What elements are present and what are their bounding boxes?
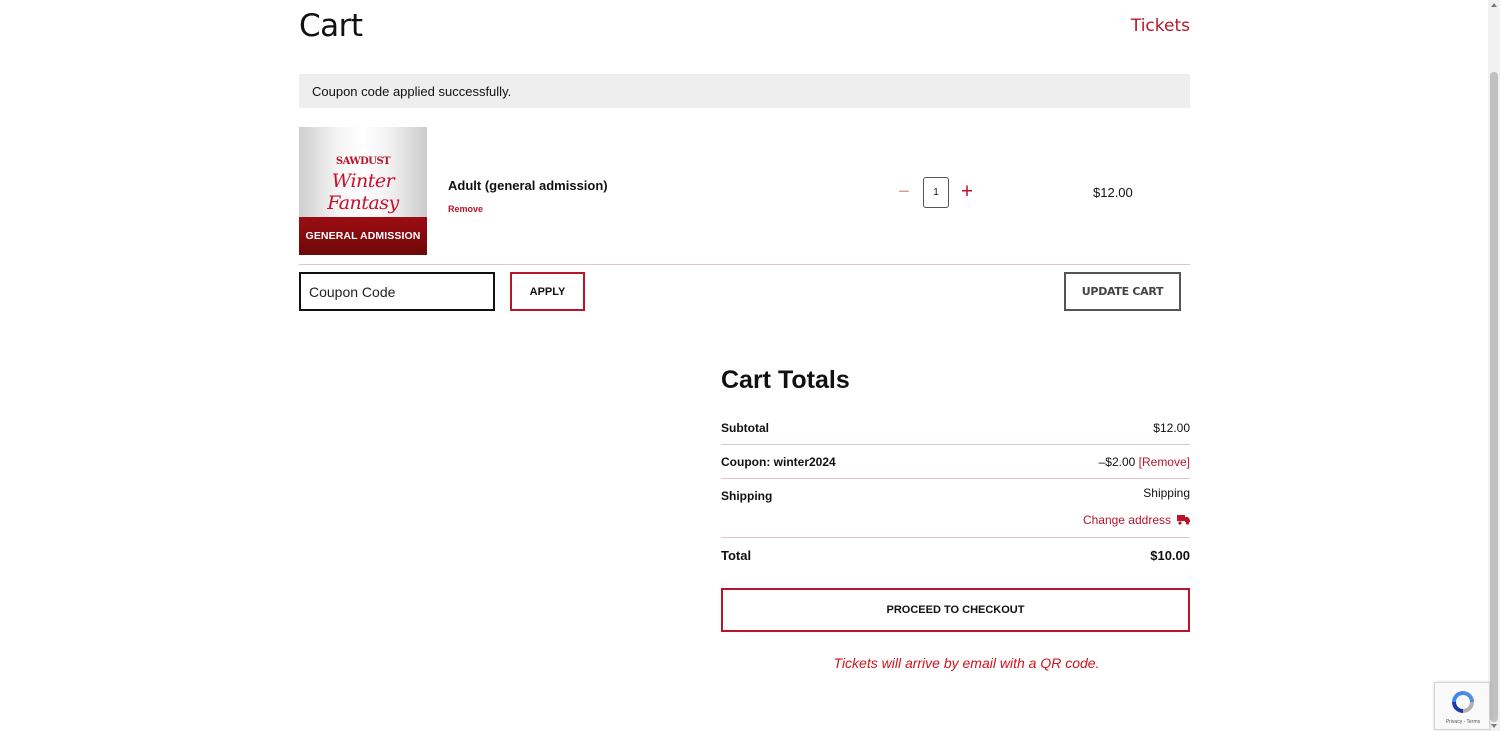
coupon-success-notice: Coupon code applied successfully. xyxy=(299,74,1190,108)
remove-item-link[interactable]: Remove xyxy=(448,204,483,214)
subtotal-label: Subtotal xyxy=(721,421,769,435)
coupon-discount-value: –$2.00 xyxy=(1098,455,1136,469)
coupon-label: Coupon: winter2024 xyxy=(721,455,836,469)
total-row: Total $10.00 xyxy=(721,538,1190,572)
cart-item-row: SAWDUST Winter Fantasy GENERAL ADMISSION… xyxy=(299,127,1190,265)
ticket-delivery-note: Tickets will arrive by email with a QR c… xyxy=(833,655,1100,671)
product-thumbnail[interactable]: SAWDUST Winter Fantasy GENERAL ADMISSION xyxy=(299,127,427,255)
scroll-down-icon[interactable] xyxy=(1491,724,1497,728)
subtotal-value: $12.00 xyxy=(1153,421,1190,435)
shipping-value: Shipping xyxy=(1143,486,1190,500)
change-address-label: Change address xyxy=(1082,513,1171,527)
recaptcha-badge[interactable]: Privacy - Terms xyxy=(1434,682,1490,730)
page-scrollbar[interactable] xyxy=(1488,0,1500,731)
shipping-label: Shipping xyxy=(721,489,773,503)
coupon-code-input[interactable] xyxy=(299,272,495,311)
product-name[interactable]: Adult (general admission) xyxy=(448,178,608,193)
total-value: $10.00 xyxy=(1150,548,1190,563)
quantity-stepper: − + xyxy=(893,177,973,208)
truck-icon xyxy=(1177,515,1190,525)
thumbnail-banner: GENERAL ADMISSION xyxy=(299,217,427,255)
change-address-link[interactable]: Change address xyxy=(1083,513,1190,527)
minus-icon[interactable]: − xyxy=(893,179,915,205)
scrollbar-thumb[interactable] xyxy=(1490,72,1498,722)
proceed-to-checkout-button[interactable]: PROCEED TO CHECKOUT xyxy=(721,588,1190,632)
recaptcha-footer: Privacy - Terms xyxy=(1445,719,1481,725)
subtotal-row: Subtotal $12.00 xyxy=(721,411,1190,445)
cart-totals-title: Cart Totals xyxy=(721,366,850,394)
item-price: $12.00 xyxy=(1093,185,1133,200)
thumbnail-script-title: Winter Fantasy xyxy=(327,170,399,214)
tickets-link[interactable]: Tickets xyxy=(1131,16,1190,36)
total-label: Total xyxy=(721,548,752,563)
shipping-row: Shipping Shipping Change address xyxy=(721,479,1190,538)
update-cart-button[interactable]: UPDATE CART xyxy=(1064,272,1181,311)
page-header: Cart Tickets xyxy=(299,8,1190,48)
coupon-row: Coupon: winter2024 –$2.00 [Remove] xyxy=(721,445,1190,479)
thumbnail-brand: SAWDUST xyxy=(335,156,391,167)
recaptcha-icon xyxy=(1452,691,1474,713)
scroll-up-icon[interactable] xyxy=(1491,3,1497,7)
coupon-discount: –$2.00 [Remove] xyxy=(1099,455,1190,469)
quantity-input[interactable] xyxy=(923,177,949,208)
apply-coupon-button[interactable]: APPLY xyxy=(510,272,585,311)
remove-coupon-link[interactable]: [Remove] xyxy=(1139,455,1190,469)
page-title: Cart xyxy=(299,8,363,44)
plus-icon[interactable]: + xyxy=(956,178,978,206)
